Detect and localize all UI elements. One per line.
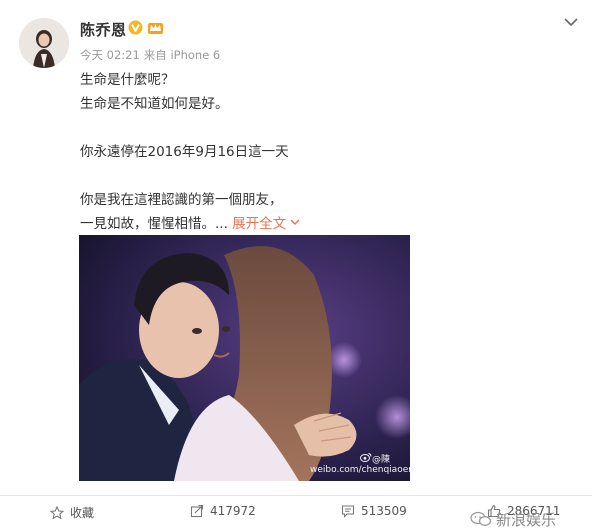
share-count[interactable]: 417972 [210, 504, 256, 518]
member-crown-icon[interactable] [147, 20, 164, 35]
post-line-last: 一見如故，惺惺相惜。... 展开全文 [80, 212, 550, 236]
image-watermark-url: weibo.com/chenqiaoen [310, 465, 414, 475]
star-icon [50, 505, 64, 520]
favorite-button[interactable]: 收藏 [50, 504, 94, 521]
wechat-watermark: 新浪娱乐 [470, 510, 557, 529]
post-time[interactable]: 今天 02:21 [80, 48, 140, 62]
wechat-watermark-text: 新浪娱乐 [496, 510, 557, 529]
comment-icon [341, 505, 355, 518]
post-source: 来自 iPhone 6 [143, 48, 221, 62]
share-icon [190, 504, 204, 518]
expand-label[interactable]: 展开全文 [232, 216, 286, 232]
verified-v-icon [128, 20, 143, 35]
comment-button[interactable]: 513509 [341, 504, 407, 518]
username[interactable]: 陈乔恩 [80, 19, 127, 40]
post-line [80, 116, 550, 140]
post-line: 你永遠停在2016年9月16日這一天 [80, 144, 289, 160]
post-image[interactable] [79, 235, 410, 481]
chevron-down-icon[interactable] [563, 16, 579, 28]
comment-count[interactable]: 513509 [361, 504, 407, 518]
chevron-down-icon[interactable] [290, 218, 300, 226]
post-line: 你是我在這裡認識的第一個朋友， [80, 192, 283, 208]
image-watermark-handle: @陳 [372, 455, 391, 465]
post-line: 生命是不知道如何是好。 [80, 96, 229, 112]
post-text: 生命是什麼呢？ 生命是不知道如何是好。 你永遠停在2016年9月16日這一天 你… [80, 68, 550, 236]
favorite-label[interactable]: 收藏 [70, 504, 94, 521]
post-line [80, 164, 550, 188]
weibo-icon [360, 453, 372, 462]
share-button[interactable]: 417972 [190, 504, 256, 518]
post-line: 生命是什麼呢？ [80, 72, 175, 88]
expand-full-text-link[interactable]: 展开全文 [232, 216, 300, 232]
post-meta: 今天 02:21 来自 iPhone 6 [80, 47, 224, 63]
wechat-icon [470, 511, 492, 526]
post-line: 一見如故，惺惺相惜。... [80, 216, 228, 232]
avatar[interactable] [19, 18, 69, 68]
